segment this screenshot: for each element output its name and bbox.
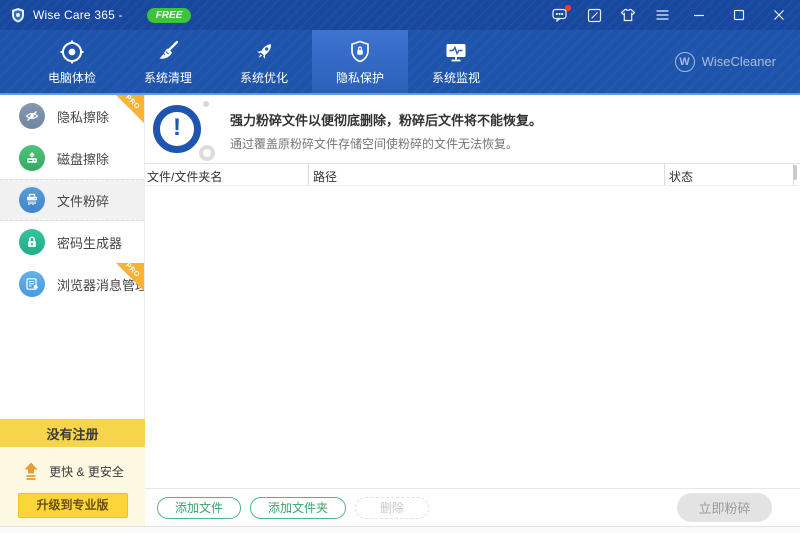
bottom-toolbar: 添加文件 添加文件夹 删除 立即粉碎 bbox=[145, 488, 800, 526]
shredder-icon bbox=[19, 187, 45, 213]
tab-label: 系统监视 bbox=[432, 69, 480, 86]
tab-label: 系统清理 bbox=[144, 69, 192, 86]
delete-button[interactable]: 删除 bbox=[355, 497, 429, 519]
table-header: 文件/文件夹名 路径 状态 bbox=[145, 163, 800, 186]
sidebar: 隐私擦除 PRO 磁盘擦除 文件粉碎 密码生成器 浏览器消息管理 bbox=[0, 95, 145, 533]
theme-shirt-icon[interactable] bbox=[618, 5, 638, 25]
broom-icon bbox=[155, 37, 181, 67]
tab-privacy-protector[interactable]: 隐私保护 bbox=[312, 30, 408, 93]
eye-off-icon bbox=[19, 103, 45, 129]
maximize-button[interactable] bbox=[726, 5, 752, 25]
edit-icon[interactable] bbox=[584, 5, 604, 25]
sidebar-item-disk-eraser[interactable]: 磁盘擦除 bbox=[0, 137, 144, 179]
pro-badge: PRO bbox=[116, 95, 144, 123]
wise-care-365-window: Wise Care 365 - FREE bbox=[0, 0, 800, 533]
upgrade-slogan: 更快 & 更安全 bbox=[49, 463, 124, 480]
menu-icon[interactable] bbox=[652, 5, 672, 25]
add-folder-button[interactable]: 添加文件夹 bbox=[250, 497, 346, 519]
sidebar-item-label: 文件粉碎 bbox=[57, 191, 109, 210]
sidebar-item-privacy-eraser[interactable]: 隐私擦除 PRO bbox=[0, 95, 144, 137]
notification-dot bbox=[565, 5, 571, 11]
disk-eraser-icon bbox=[19, 145, 45, 171]
wisecleaner-logo-icon: W bbox=[675, 52, 695, 72]
minimize-button[interactable] bbox=[686, 5, 712, 25]
add-file-button[interactable]: 添加文件 bbox=[157, 497, 241, 519]
titlebar: Wise Care 365 - FREE bbox=[0, 0, 800, 30]
tab-label: 电脑体检 bbox=[48, 69, 96, 86]
tab-label: 隐私保护 bbox=[336, 69, 384, 86]
banner-title: 强力粉碎文件以便彻底删除，粉碎后文件将不能恢复。 bbox=[230, 110, 542, 129]
upgrade-arrow-icon bbox=[21, 461, 41, 481]
decor-dot bbox=[203, 101, 209, 107]
tab-system-tuneup[interactable]: 系统优化 bbox=[216, 30, 312, 93]
scrollbar-thumb[interactable] bbox=[793, 165, 797, 180]
browser-bell-icon bbox=[19, 271, 45, 297]
sidebar-item-browser-message-manager[interactable]: 浏览器消息管理 PRO bbox=[0, 263, 144, 305]
file-shredder-panel: ! 强力粉碎文件以便彻底删除，粉碎后文件将不能恢复。 通过覆盖原粉碎文件存储空间… bbox=[145, 95, 800, 533]
titlebar-actions bbox=[550, 5, 792, 25]
tab-pc-checkup[interactable]: 电脑体检 bbox=[24, 30, 120, 93]
pro-badge: PRO bbox=[116, 263, 144, 291]
sidebar-item-label: 隐私擦除 bbox=[57, 107, 109, 126]
shred-now-button[interactable]: 立即粉碎 bbox=[677, 493, 772, 522]
padlock-icon bbox=[19, 229, 45, 255]
brand-name: WiseCleaner bbox=[702, 54, 776, 69]
column-header-status: 状态 bbox=[664, 164, 800, 185]
free-badge: FREE bbox=[147, 8, 192, 23]
message-icon[interactable] bbox=[550, 5, 570, 25]
tab-system-cleaner[interactable]: 系统清理 bbox=[120, 30, 216, 93]
alert-circle-icon: ! bbox=[153, 103, 213, 157]
column-header-filename: 文件/文件夹名 bbox=[145, 164, 308, 185]
tab-system-monitor[interactable]: 系统监视 bbox=[408, 30, 504, 93]
sidebar-item-label: 密码生成器 bbox=[57, 233, 122, 252]
registration-status: 没有注册 bbox=[0, 419, 145, 447]
close-button[interactable] bbox=[766, 5, 792, 25]
app-logo-shield-icon bbox=[10, 7, 26, 23]
checkup-icon bbox=[59, 37, 85, 67]
column-header-path: 路径 bbox=[308, 164, 664, 185]
sidebar-item-password-generator[interactable]: 密码生成器 bbox=[0, 221, 144, 263]
banner-subtitle: 通过覆盖原粉碎文件存储空间使粉碎的文件无法恢复。 bbox=[230, 135, 518, 152]
shred-file-list bbox=[145, 186, 800, 495]
wisecleaner-brand: W WiseCleaner bbox=[675, 30, 776, 93]
app-title: Wise Care 365 - bbox=[33, 8, 123, 22]
sidebar-item-label: 磁盘擦除 bbox=[57, 149, 109, 168]
upgrade-to-pro-button[interactable]: 升级到专业版 bbox=[18, 493, 128, 518]
main-nav: 电脑体检 系统清理 系统优化 隐私保护 系统监视 W bbox=[0, 30, 800, 93]
sidebar-item-file-shredder[interactable]: 文件粉碎 bbox=[0, 179, 144, 221]
window-bottom-edge bbox=[0, 526, 800, 533]
tab-label: 系统优化 bbox=[240, 69, 288, 86]
decor-ring bbox=[199, 145, 215, 161]
shield-lock-icon bbox=[347, 37, 373, 67]
info-banner: ! 强力粉碎文件以便彻底删除，粉碎后文件将不能恢复。 通过覆盖原粉碎文件存储空间… bbox=[145, 95, 800, 163]
rocket-icon bbox=[251, 37, 277, 67]
upgrade-promo: 更快 & 更安全 升级到专业版 bbox=[0, 447, 145, 526]
monitor-icon bbox=[443, 37, 469, 67]
